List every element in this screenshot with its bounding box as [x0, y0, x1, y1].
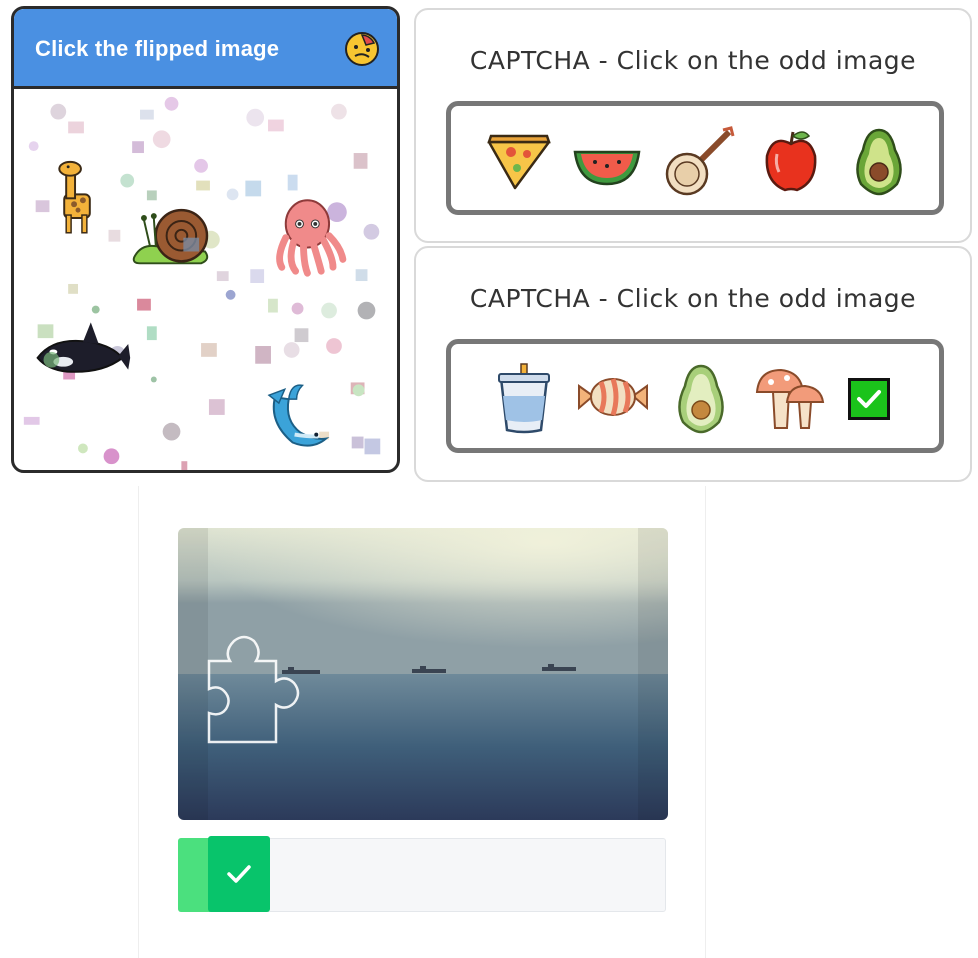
snail-icon — [132, 208, 209, 265]
mushroom-icon[interactable] — [751, 362, 827, 436]
odd-image-captcha-1: CAPTCHA - Click on the odd image — [414, 8, 972, 243]
banjo-icon[interactable] — [661, 124, 737, 198]
pizza-icon[interactable] — [481, 124, 557, 198]
captcha-background-image — [178, 528, 668, 820]
dolphin-icon — [267, 384, 330, 447]
captcha-image-area — [23, 96, 381, 470]
giraffe-icon — [58, 160, 91, 234]
captcha-title: CAPTCHA - Click on the odd image — [469, 284, 917, 313]
watermelon-icon[interactable] — [569, 124, 645, 198]
noise-pattern — [23, 96, 381, 470]
yogurt-icon[interactable] — [487, 362, 563, 436]
avocado-icon[interactable] — [841, 124, 917, 198]
captcha-header: Click the flipped image — [14, 9, 397, 89]
check-icon — [227, 865, 251, 883]
checked-checkbox-icon[interactable] — [848, 378, 890, 420]
puzzle-piece-icon — [207, 635, 300, 744]
odd-image-captcha-2: CAPTCHA - Click on the odd image — [414, 246, 972, 482]
flipped-image-captcha: Click the flipped image — [11, 6, 400, 473]
captcha-title: CAPTCHA - Click on the odd image — [469, 46, 917, 75]
avocado-icon[interactable] — [663, 362, 739, 436]
candy-icon[interactable] — [575, 362, 651, 436]
refresh-icon[interactable] — [344, 31, 380, 67]
captcha-title: Click the flipped image — [35, 36, 280, 61]
apple-icon[interactable] — [753, 124, 829, 198]
image-choices — [446, 339, 944, 453]
image-choices — [446, 101, 944, 215]
slider-handle[interactable] — [208, 836, 270, 912]
